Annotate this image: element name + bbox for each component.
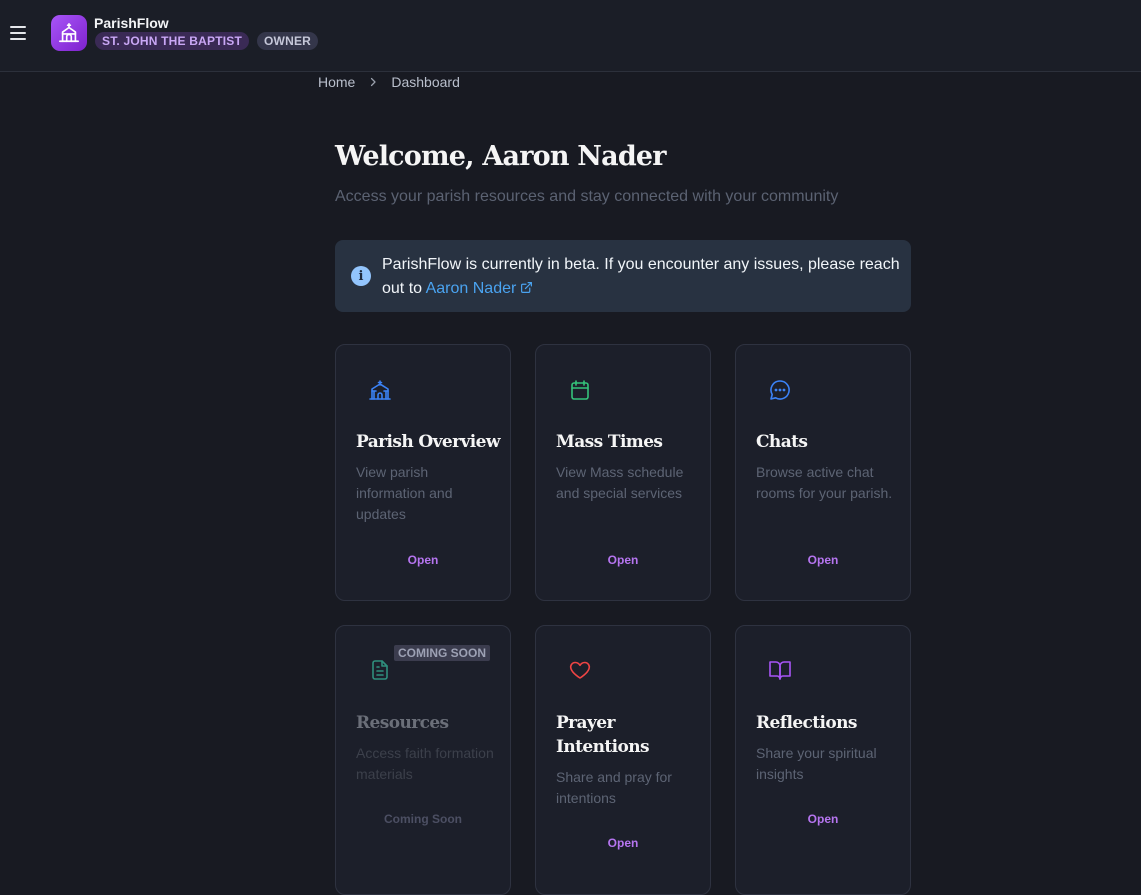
top-bar: ParishFlow ST. JOHN THE BAPTIST OWNER [0, 0, 1141, 72]
open-button[interactable]: Open [536, 553, 710, 567]
card-description: View parish information and updates [356, 464, 453, 522]
open-button[interactable]: Open [536, 836, 710, 850]
breadcrumb: Home Dashboard [318, 74, 460, 90]
card-description: Browse active chat rooms for your parish… [756, 464, 893, 501]
open-button[interactable]: Open [336, 553, 510, 567]
card-description: View Mass schedule and special services [556, 464, 684, 501]
app-name: ParishFlow [94, 15, 169, 31]
card-title: Prayer Intentions [556, 713, 650, 757]
role-badge: OWNER [257, 32, 319, 50]
external-link-icon [521, 282, 533, 293]
card-mass-times[interactable]: Mass Times View Mass schedule and specia… [535, 344, 711, 601]
page-subtitle: Access your parish resources and stay co… [335, 188, 839, 205]
open-button[interactable]: Open [736, 553, 910, 567]
open-button[interactable]: Open [736, 812, 910, 826]
breadcrumb-current: Dashboard [391, 74, 460, 90]
page-title: Welcome, Aaron Nader [335, 141, 667, 172]
calendar-icon [571, 380, 589, 400]
card-title: Resources [356, 713, 449, 733]
card-title: Reflections [756, 713, 857, 733]
card-resources: COMING SOON Resources Access faith forma… [335, 625, 511, 895]
beta-alert: i ParishFlow is currently in beta. If yo… [335, 240, 911, 312]
document-icon [372, 660, 388, 680]
chat-bubble-icon [770, 380, 790, 400]
breadcrumb-home[interactable]: Home [318, 74, 355, 90]
card-title: Parish Overview [356, 432, 500, 452]
hamburger-menu-icon[interactable] [10, 24, 28, 42]
card-prayer-intentions[interactable]: Prayer Intentions Share and pray for int… [535, 625, 711, 895]
contact-link[interactable]: Aaron Nader [426, 280, 534, 297]
heart-icon [569, 661, 591, 679]
coming-soon-label: Coming Soon [384, 812, 462, 826]
card-reflections[interactable]: Reflections Share your spiritual insight… [735, 625, 911, 895]
alert-message: ParishFlow is currently in beta. If you … [382, 253, 902, 301]
card-description: Share your spiritual insights [756, 745, 877, 782]
parishflow-logo-icon[interactable] [51, 15, 87, 51]
card-description: Access faith formation materials [356, 745, 494, 782]
card-title: Chats [756, 432, 808, 452]
card-title: Mass Times [556, 432, 663, 452]
chevron-right-icon [371, 77, 376, 87]
coming-soon-badge: COMING SOON [393, 645, 490, 661]
info-icon: i [351, 266, 371, 286]
card-description: Share and pray for intentions [556, 769, 672, 806]
contact-link-label: Aaron Nader [425, 280, 517, 297]
card-parish-overview[interactable]: Parish Overview View parish information … [335, 344, 511, 601]
book-icon [769, 661, 791, 680]
header-badges: ST. JOHN THE BAPTIST OWNER [95, 32, 319, 50]
parish-badge: ST. JOHN THE BAPTIST [95, 32, 250, 50]
card-chats[interactable]: Chats Browse active chat rooms for your … [735, 344, 911, 601]
church-icon [369, 380, 391, 400]
